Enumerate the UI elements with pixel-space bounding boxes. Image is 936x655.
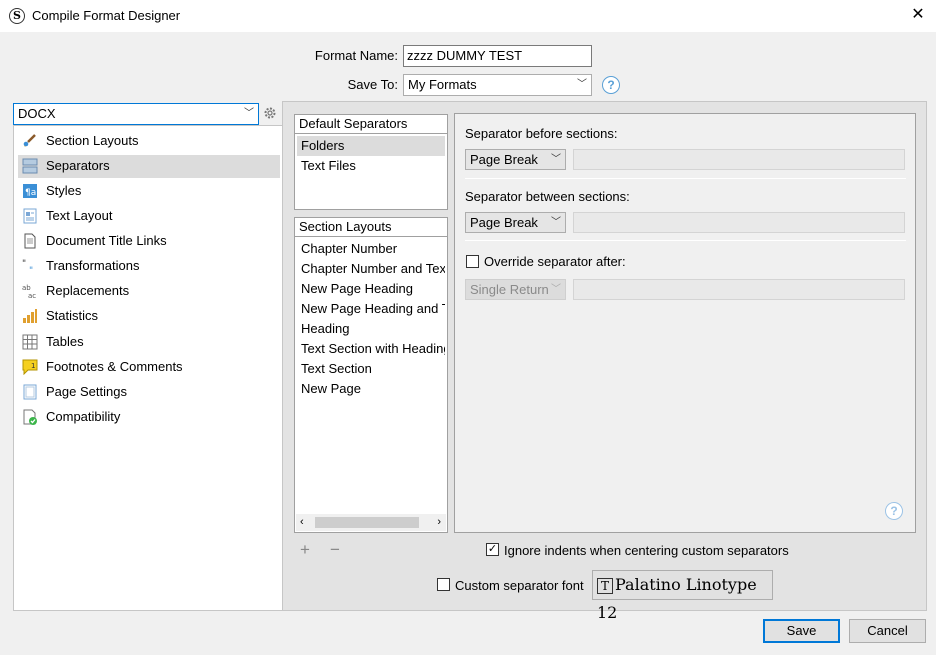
chevron-down-icon: ﹀: [551, 154, 561, 165]
window-title: Compile Format Designer: [32, 8, 181, 23]
font-picker-button[interactable]: T Palatino Linotype 12: [592, 570, 773, 622]
override-separator-custom-field[interactable]: [573, 279, 905, 300]
scroll-right-icon[interactable]: ›: [437, 514, 441, 531]
comment-icon: 1: [22, 359, 38, 375]
save-button[interactable]: Save: [763, 619, 840, 643]
override-separator-select[interactable]: Single Return ﹀: [465, 279, 566, 300]
separator-before-label: Separator before sections:: [465, 126, 618, 141]
bar-chart-icon: [23, 309, 37, 323]
override-separator-checkbox[interactable]: [466, 255, 479, 268]
separator-before-custom-field[interactable]: [573, 149, 905, 170]
chevron-down-icon: ﹀: [244, 108, 254, 119]
brush-icon: [23, 134, 36, 147]
add-icon[interactable]: +: [300, 540, 310, 560]
replace-icon: abac: [22, 284, 36, 299]
font-icon: T: [597, 577, 613, 594]
chevron-down-icon: ﹀: [551, 284, 561, 295]
list-item[interactable]: New Page: [297, 379, 445, 399]
section-layouts-header: Section Layouts: [295, 218, 447, 237]
chevron-down-icon: ﹀: [577, 79, 587, 90]
sidebar-item-footnotes-comments[interactable]: 1 Footnotes & Comments: [18, 356, 280, 379]
text-layout-icon: [23, 208, 37, 224]
svg-text:": ": [29, 266, 33, 274]
format-type-select[interactable]: DOCX ﹀: [13, 103, 259, 125]
sidebar-item-separators[interactable]: Separators: [18, 155, 280, 178]
help-icon[interactable]: ?: [602, 76, 620, 94]
save-to-select[interactable]: My Formats ﹀: [403, 74, 592, 96]
page-icon: [23, 384, 37, 400]
custom-font-label: Custom separator font: [455, 578, 584, 593]
list-item[interactable]: New Page Heading: [297, 279, 445, 299]
scrollbar-thumb[interactable]: [315, 517, 419, 528]
save-to-label: Save To:: [347, 77, 398, 92]
default-separators-header: Default Separators: [295, 115, 447, 134]
sidebar-item-styles[interactable]: ¶a Styles: [18, 180, 280, 203]
sidebar-item-transformations[interactable]: " " Transformations: [18, 255, 280, 278]
svg-text:": ": [22, 259, 26, 269]
sidebar-item-statistics[interactable]: Statistics: [18, 305, 280, 328]
list-item[interactable]: Heading: [297, 319, 445, 339]
styles-icon: ¶a: [23, 184, 37, 198]
separator-before-select[interactable]: Page Break ﹀: [465, 149, 566, 170]
sidebar-item-replacements[interactable]: ab ac Replacements: [18, 280, 280, 303]
save-to-value: My Formats: [408, 77, 477, 92]
sidebar-item-page-settings[interactable]: Page Settings: [18, 381, 280, 404]
list-item[interactable]: Chapter Number and Text: [297, 259, 445, 279]
divider: [465, 178, 906, 179]
list-item[interactable]: Text Section: [297, 359, 445, 379]
scrivener-app-icon: S: [9, 8, 25, 24]
svg-text:¶a: ¶a: [25, 188, 36, 198]
svg-text:ab: ab: [22, 284, 31, 292]
close-icon[interactable]: ✕: [907, 4, 929, 26]
ignore-indents-checkbox[interactable]: ✓: [486, 543, 499, 556]
separator-between-select[interactable]: Page Break ﹀: [465, 212, 566, 233]
cancel-button[interactable]: Cancel: [849, 619, 926, 643]
table-icon: [22, 334, 38, 350]
sidebar-item-document-title-links[interactable]: Document Title Links: [18, 230, 280, 253]
list-item[interactable]: New Page Heading and Te: [297, 299, 445, 319]
gear-icon[interactable]: [263, 106, 277, 120]
sidebar-item-section-layouts[interactable]: Section Layouts: [18, 130, 280, 153]
separator-between-label: Separator between sections:: [465, 189, 630, 204]
format-type-value: DOCX: [18, 106, 56, 121]
sidebar: Section Layouts Separators ¶a Styles Tex…: [13, 125, 283, 611]
scroll-left-icon[interactable]: ‹: [300, 514, 304, 531]
separator-between-value: Page Break: [470, 215, 538, 230]
sidebar-item-text-layout[interactable]: Text Layout: [18, 205, 280, 228]
remove-icon[interactable]: −: [330, 540, 340, 560]
document-icon: [24, 233, 36, 249]
list-item[interactable]: Text Section with Heading: [297, 339, 445, 359]
svg-text:ac: ac: [28, 292, 36, 299]
help-icon[interactable]: ?: [885, 502, 903, 520]
horizontal-scrollbar[interactable]: ‹ ›: [296, 514, 446, 531]
list-item-text-files[interactable]: Text Files: [297, 156, 445, 176]
sidebar-item-compatibility[interactable]: Compatibility: [18, 406, 280, 429]
quotes-icon: "": [22, 259, 33, 274]
separator-before-value: Page Break: [470, 152, 538, 167]
font-picker-label: Palatino Linotype 12: [597, 575, 757, 622]
section-layouts-list: Section Layouts Chapter Number Chapter N…: [294, 217, 448, 533]
divider: [465, 240, 906, 241]
separator-icon: [22, 158, 38, 174]
ignore-indents-label: Ignore indents when centering custom sep…: [504, 543, 789, 558]
separator-between-custom-field[interactable]: [573, 212, 905, 233]
override-separator-value: Single Return: [470, 282, 549, 297]
list-item[interactable]: Chapter Number: [297, 239, 445, 259]
custom-font-checkbox[interactable]: [437, 578, 450, 591]
format-name-input[interactable]: zzzz DUMMY TEST: [403, 45, 592, 67]
list-item-folders[interactable]: Folders: [297, 136, 445, 156]
format-name-label: Format Name:: [314, 48, 398, 63]
svg-text:1: 1: [31, 362, 35, 370]
title-bar: S Compile Format Designer ✕: [0, 0, 936, 32]
default-separators-list: Default Separators Folders Text Files: [294, 114, 448, 210]
chevron-down-icon: ﹀: [551, 217, 561, 228]
sidebar-item-tables[interactable]: Tables: [18, 331, 280, 354]
separator-settings-pane: Separator before sections: Page Break ﹀ …: [454, 113, 916, 533]
override-separator-label: Override separator after:: [484, 254, 626, 269]
compat-icon: [23, 409, 37, 425]
